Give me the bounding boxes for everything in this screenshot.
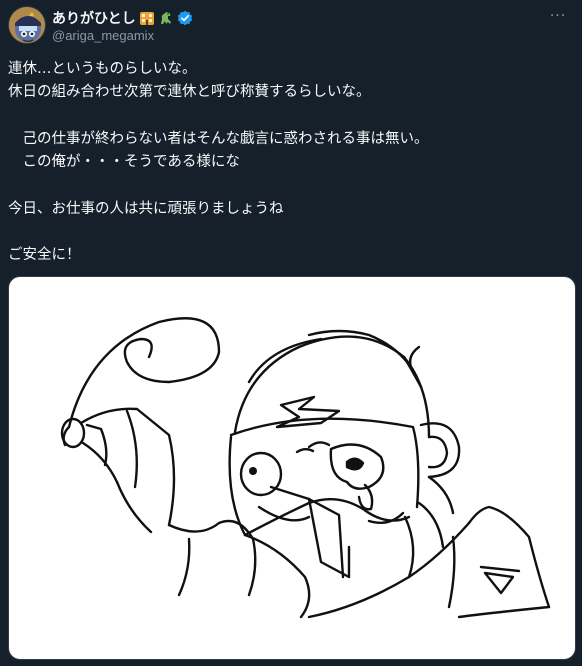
character-avatar-icon — [9, 7, 45, 43]
handle[interactable]: @ariga_megamix — [52, 28, 193, 43]
avatar[interactable] — [8, 6, 46, 44]
tweet-header: ありがひとし @ariga_megamix ··· — [8, 6, 574, 48]
tweet-text-line — [8, 221, 574, 244]
tweet-text-line: 今日、お仕事の人は共に頑張りましょうね — [8, 200, 284, 217]
display-name-row: ありがひとし — [52, 9, 193, 27]
author-names: ありがひとし @ariga_megamix — [52, 9, 193, 43]
tweet-text-line — [8, 105, 574, 128]
tweet-text-line: 休日の組み合わせ次第で連休と呼び称賛するらしいな。 — [8, 84, 371, 101]
tweet-image[interactable] — [8, 276, 576, 660]
tweet-text: 連休…というものらしいな。休日の組み合わせ次第で連休と呼び称賛するらしいな。 己… — [8, 58, 574, 268]
line-art-sketch-image — [60, 317, 551, 619]
tweet-text-line: 連休…というものらしいな。 — [8, 61, 197, 77]
tweet-text-line: この俺が・・・そうである様にな — [8, 154, 240, 171]
tweet-text-line — [8, 174, 574, 197]
tweet-text-line: 己の仕事が終わらない者はそんな戯言に惑わされる事は無い。 — [8, 130, 429, 147]
verified-badge-icon — [177, 10, 193, 26]
more-dots-icon[interactable]: ··· — [548, 8, 568, 28]
tweet-text-line: ご安全に！ — [8, 247, 81, 264]
building-emoji-icon — [139, 10, 155, 26]
dinosaur-emoji-icon — [158, 10, 174, 26]
display-name[interactable]: ありがひとし — [52, 8, 136, 28]
